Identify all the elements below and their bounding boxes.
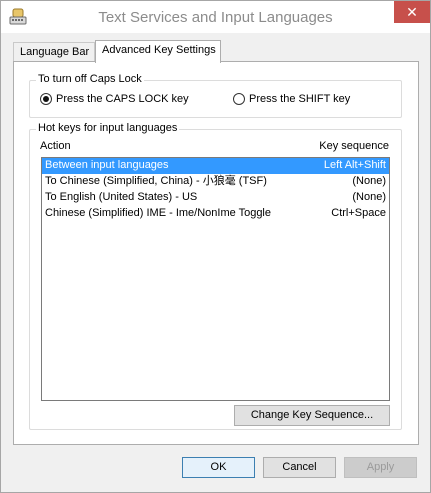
row-action: To Chinese (Simplified, China) - 小狼毫 (TS… bbox=[45, 175, 267, 187]
change-key-sequence-button[interactable]: Change Key Sequence... bbox=[234, 405, 390, 426]
close-button[interactable]: ✕ bbox=[394, 1, 430, 23]
list-item[interactable]: To Chinese (Simplified, China) - 小狼毫 (TS… bbox=[42, 174, 389, 190]
cancel-button[interactable]: Cancel bbox=[263, 457, 336, 478]
close-icon: ✕ bbox=[406, 4, 418, 20]
caps-lock-group: To turn off Caps Lock Press the CAPS LOC… bbox=[29, 73, 402, 118]
radio-caps-lock-key[interactable]: Press the CAPS LOCK key bbox=[40, 93, 189, 105]
keyboard-icon bbox=[9, 8, 27, 26]
list-item[interactable]: Between input languages Left Alt+Shift bbox=[42, 158, 389, 174]
ok-button[interactable]: OK bbox=[182, 457, 255, 478]
row-action: To English (United States) - US bbox=[45, 191, 198, 203]
dialog-window: Text Services and Input Languages ✕ Lang… bbox=[0, 0, 431, 493]
tab-panel: To turn off Caps Lock Press the CAPS LOC… bbox=[13, 61, 419, 445]
tab-advanced-key-settings[interactable]: Advanced Key Settings bbox=[95, 40, 221, 63]
caps-lock-group-label: To turn off Caps Lock bbox=[36, 73, 144, 85]
list-item[interactable]: Chinese (Simplified) IME - Ime/NonIme To… bbox=[42, 206, 389, 222]
hotkeys-group-label: Hot keys for input languages bbox=[36, 122, 180, 134]
title-bar[interactable]: Text Services and Input Languages ✕ bbox=[1, 1, 430, 33]
radio-shift-key[interactable]: Press the SHIFT key bbox=[233, 93, 350, 105]
row-key-sequence: (None) bbox=[352, 175, 386, 187]
tab-language-bar[interactable]: Language Bar bbox=[13, 42, 95, 62]
row-action: Between input languages bbox=[45, 159, 169, 171]
column-header-action: Action bbox=[40, 140, 71, 152]
row-key-sequence: (None) bbox=[352, 191, 386, 203]
row-action: Chinese (Simplified) IME - Ime/NonIme To… bbox=[45, 207, 271, 219]
radio-caps-lock-label: Press the CAPS LOCK key bbox=[56, 93, 189, 105]
apply-button: Apply bbox=[344, 457, 417, 478]
radio-button-checked[interactable] bbox=[40, 93, 52, 105]
window-title: Text Services and Input Languages bbox=[98, 9, 333, 26]
hotkeys-list[interactable]: Between input languages Left Alt+Shift T… bbox=[41, 157, 390, 401]
column-header-key-sequence: Key sequence bbox=[319, 140, 389, 152]
hotkeys-group: Hot keys for input languages Action Key … bbox=[29, 122, 402, 430]
list-item[interactable]: To English (United States) - US (None) bbox=[42, 190, 389, 206]
radio-button-unchecked[interactable] bbox=[233, 93, 245, 105]
radio-shift-label: Press the SHIFT key bbox=[249, 93, 351, 105]
row-key-sequence: Left Alt+Shift bbox=[323, 159, 386, 171]
row-key-sequence: Ctrl+Space bbox=[331, 207, 386, 219]
